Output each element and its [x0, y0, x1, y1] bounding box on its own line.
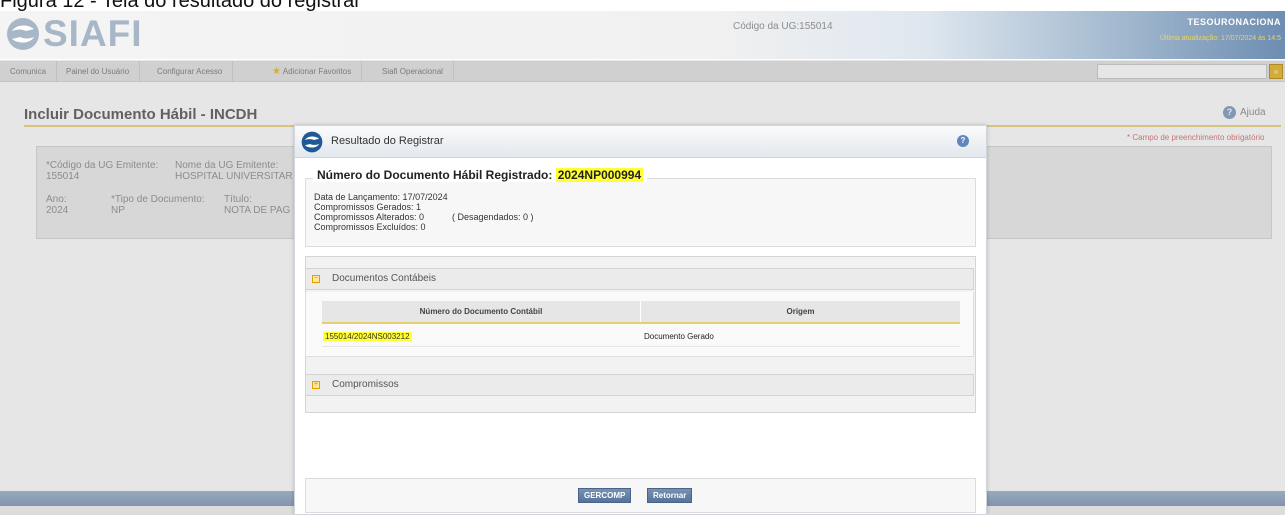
documento-registrado-label: Número do Documento Hábil Registrado: — [317, 168, 553, 182]
compromissos-alterados: Compromissos Alterados: 0 — [314, 212, 425, 222]
collapse-icon: − — [312, 275, 320, 283]
modal-title: Resultado do Registrar — [331, 135, 444, 147]
expand-icon: + — [312, 381, 320, 389]
last-update: Última atualização: 17/07/2024 às 14:5 — [1159, 35, 1281, 42]
siafi-logo[interactable]: SIAFI — [6, 13, 143, 54]
col-numero-documento: Número do Documento Contábil — [419, 307, 543, 316]
compromissos-gerados: Compromissos Gerados: 1 — [314, 202, 422, 212]
desagendados: ( Desagendados: 0 ) — [452, 212, 534, 222]
table-header: Número do Documento Contábil Origem — [322, 301, 960, 324]
section-documentos-label: Documentos Contábeis — [332, 273, 436, 284]
siafi-small-icon — [301, 131, 323, 153]
ug-code: Código da UG:155014 — [733, 21, 833, 32]
modal-header: Resultado do Registrar ? — [295, 126, 986, 158]
result-modal: Resultado do Registrar ? Data de Lançame… — [294, 125, 987, 515]
section-documentos-contabeis[interactable]: − Documentos Contábeis — [305, 268, 974, 290]
documento-registrado: Número do Documento Hábil Registrado: 20… — [313, 168, 648, 182]
siafi-logo-text: SIAFI — [43, 13, 143, 54]
compromissos-excluidos: Compromissos Excluídos: 0 — [314, 222, 426, 232]
siafi-logo-icon — [7, 18, 39, 50]
row-origem: Documento Gerado — [644, 332, 714, 341]
modal-help-icon[interactable]: ? — [957, 135, 969, 147]
tesouro-brand: TESOURONACIONA Última atualização: 17/07… — [1160, 17, 1281, 42]
data-lancamento: Data de Lançamento: 17/07/2024 — [314, 192, 448, 202]
table-row: 155014/2024NS003212 Documento Gerado — [322, 327, 960, 347]
tesouro-name: TESOURONACIONA — [1187, 17, 1281, 27]
figure-caption: Figura 12 - Tela do resultado do registr… — [0, 0, 361, 12]
section-compromissos-label: Compromissos — [332, 379, 399, 390]
documento-registrado-number: 2024NP000994 — [555, 168, 644, 182]
section-compromissos[interactable]: + Compromissos — [305, 374, 974, 396]
retornar-button[interactable]: Retornar — [647, 488, 693, 503]
result-summary: Data de Lançamento: 17/07/2024 Compromis… — [305, 178, 976, 247]
modal-footer: GERCOMP Retornar — [305, 478, 976, 513]
gercomp-button[interactable]: GERCOMP — [578, 488, 632, 503]
row-numero-documento: 155014/2024NS003212 — [323, 327, 412, 347]
col-origem: Origem — [786, 307, 815, 316]
app-header: SIAFI Código da UG:155014 TESOURONACIONA… — [0, 11, 1285, 59]
documento-contabil-link[interactable]: 155014/2024NS003212 — [323, 332, 412, 341]
